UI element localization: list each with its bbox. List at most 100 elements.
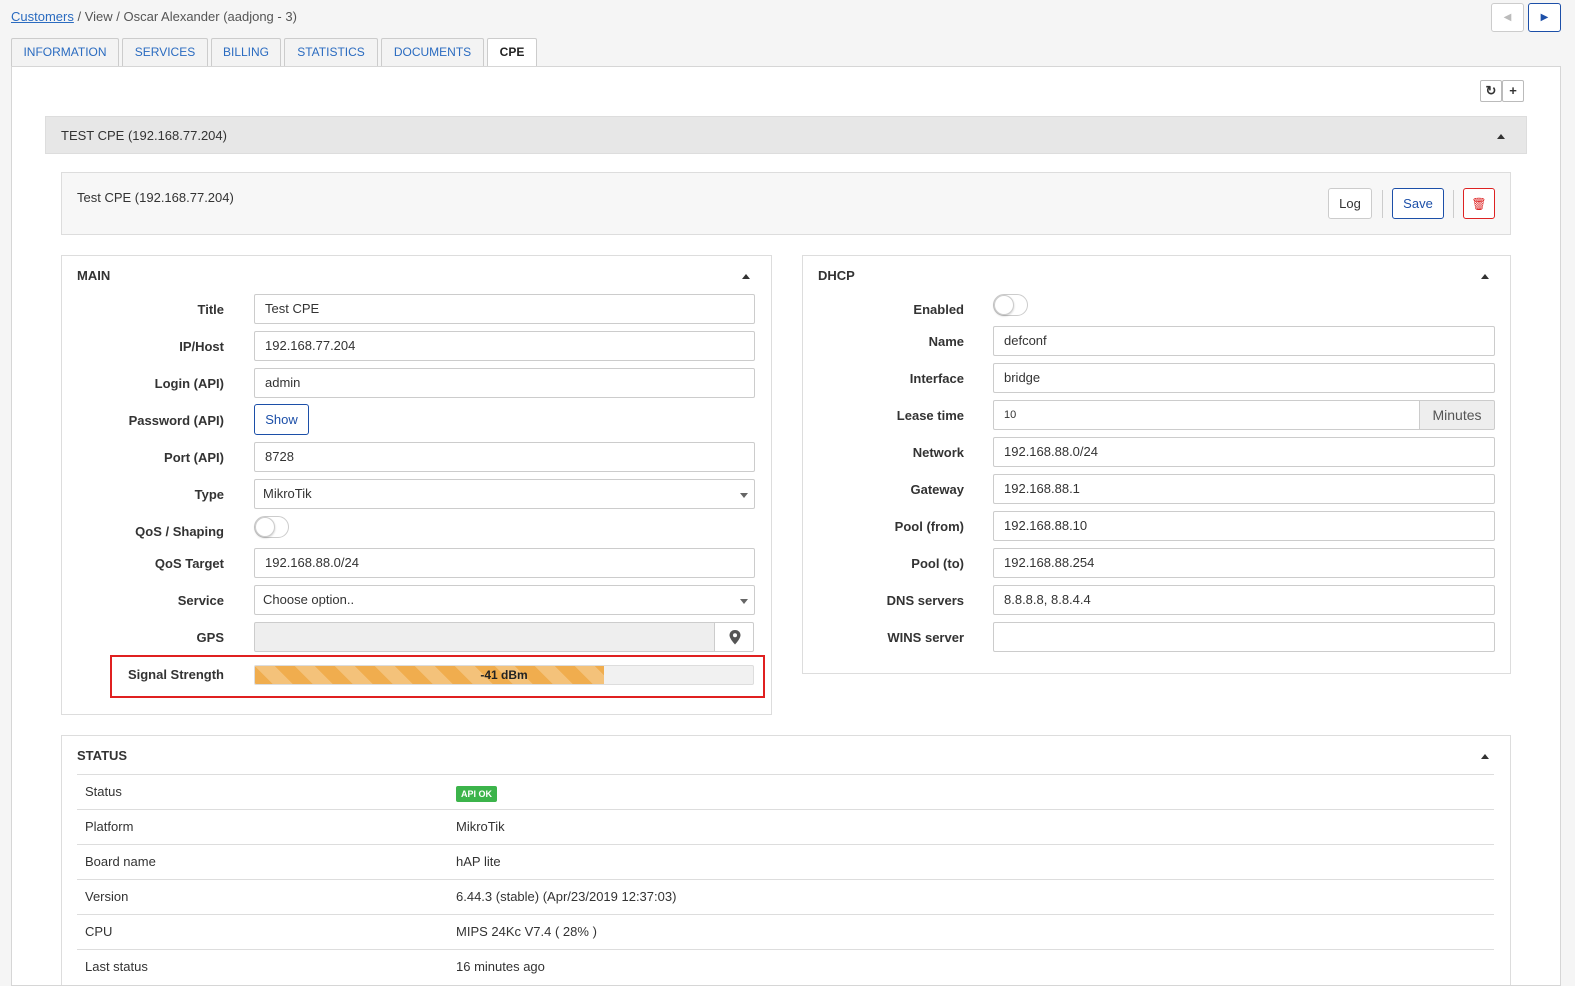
dhcp-wins-input[interactable] <box>993 622 1495 652</box>
port-label: Port (API) <box>164 450 224 465</box>
status-row: Last status 16 minutes ago <box>77 949 1494 984</box>
dhcp-lease-label: Lease time <box>896 408 964 423</box>
dhcp-lease-unit: Minutes <box>1419 400 1495 430</box>
dhcp-dns-label: DNS servers <box>886 593 964 608</box>
password-label: Password (API) <box>128 413 224 428</box>
tab-billing[interactable]: BILLING <box>211 38 281 67</box>
qos-toggle[interactable] <box>254 516 289 538</box>
status-row-value: API OK <box>456 785 498 802</box>
refresh-icon: ↻ <box>1485 83 1497 98</box>
dhcp-wins-label: WINS server <box>887 630 964 645</box>
dhcp-name-input[interactable]: defconf <box>993 326 1495 356</box>
title-input[interactable]: Test CPE <box>254 294 755 324</box>
tab-documents[interactable]: DOCUMENTS <box>381 38 484 67</box>
cpe-header-title: TEST CPE (192.168.77.204) <box>61 128 227 143</box>
dropdown-caret-icon <box>740 599 748 604</box>
qos-label: QoS / Shaping <box>135 524 224 539</box>
save-button[interactable]: Save <box>1392 188 1444 219</box>
toggle-knob <box>994 295 1014 315</box>
next-customer-button[interactable]: ▶ <box>1528 3 1561 32</box>
toolbar-divider <box>1382 190 1383 218</box>
type-select[interactable]: MikroTik <box>254 479 755 509</box>
delete-button[interactable]: 🗑 <box>1463 188 1495 219</box>
chevron-left-icon: ◀ <box>1503 12 1512 23</box>
service-select-value: Choose option.. <box>263 592 355 607</box>
status-row: Status API OK <box>77 774 1494 809</box>
show-password-button[interactable]: Show <box>254 404 309 435</box>
plus-icon: + <box>1509 83 1517 98</box>
cpe-subheader-title: Test CPE (192.168.77.204) <box>77 190 234 205</box>
map-pin-icon <box>729 630 741 645</box>
dhcp-pool-from-label: Pool (from) <box>894 519 964 534</box>
tab-cpe[interactable]: CPE <box>487 38 537 68</box>
tab-services[interactable]: SERVICES <box>122 38 208 67</box>
collapse-caret-icon[interactable] <box>742 274 750 279</box>
login-label: Login (API) <box>154 376 224 391</box>
ip-host-label: IP/Host <box>179 339 224 354</box>
breadcrumb: Customers / View / Oscar Alexander (aadj… <box>11 9 297 24</box>
refresh-button[interactable]: ↻ <box>1480 80 1502 102</box>
status-row-value: 6.44.3 (stable) (Apr/23/2019 12:37:03) <box>456 889 677 904</box>
status-row: Version 6.44.3 (stable) (Apr/23/2019 12:… <box>77 879 1494 914</box>
cpe-panel-header[interactable]: TEST CPE (192.168.77.204) <box>45 116 1527 154</box>
collapse-caret-icon[interactable] <box>1497 134 1505 139</box>
type-label: Type <box>194 487 224 502</box>
dropdown-caret-icon <box>740 493 748 498</box>
top-bar: Customers / View / Oscar Alexander (aadj… <box>0 0 1575 38</box>
ip-host-input[interactable]: 192.168.77.204 <box>254 331 755 361</box>
dhcp-lease-input[interactable]: 10 <box>993 400 1420 430</box>
dhcp-enabled-label: Enabled <box>913 302 964 317</box>
dhcp-gateway-label: Gateway <box>910 482 964 497</box>
status-row-key: Version <box>85 889 129 904</box>
type-select-value: MikroTik <box>263 486 312 501</box>
dhcp-interface-input[interactable]: bridge <box>993 363 1495 393</box>
tab-information[interactable]: INFORMATION <box>11 38 119 67</box>
status-row: Platform MikroTik <box>77 809 1494 844</box>
dhcp-pool-from-input[interactable]: 192.168.88.10 <box>993 511 1495 541</box>
title-label: Title <box>197 302 225 317</box>
port-input[interactable]: 8728 <box>254 442 755 472</box>
breadcrumb-rest: / View / Oscar Alexander (aadjong - 3) <box>73 9 297 24</box>
previous-customer-button[interactable]: ◀ <box>1491 3 1524 32</box>
breadcrumb-customers-link[interactable]: Customers <box>11 9 74 24</box>
login-input[interactable]: admin <box>254 368 755 398</box>
tab-statistics[interactable]: STATISTICS <box>284 38 378 67</box>
dhcp-gateway-input[interactable]: 192.168.88.1 <box>993 474 1495 504</box>
status-row: Board name hAP lite <box>77 844 1494 879</box>
qos-target-label: QoS Target <box>154 556 224 571</box>
collapse-caret-icon[interactable] <box>1481 754 1489 759</box>
status-row-key: Board name <box>85 854 156 869</box>
status-row-key: CPU <box>85 924 113 939</box>
dhcp-section-title: DHCP <box>818 268 855 283</box>
dhcp-network-input[interactable]: 192.168.88.0/24 <box>993 437 1495 467</box>
main-section-title: MAIN <box>77 268 111 283</box>
status-section-title: STATUS <box>77 748 128 763</box>
toggle-knob <box>255 517 275 537</box>
log-button[interactable]: Log <box>1328 188 1372 219</box>
dhcp-pool-to-input[interactable]: 192.168.88.254 <box>993 548 1495 578</box>
add-cpe-button[interactable]: + <box>1502 80 1524 102</box>
status-row-key: Status <box>85 784 122 799</box>
status-row-value: hAP lite <box>456 854 501 869</box>
signal-strength-value: -41 dBm <box>480 668 528 682</box>
dhcp-enabled-toggle[interactable] <box>993 294 1028 316</box>
qos-target-input[interactable]: 192.168.88.0/24 <box>254 548 755 578</box>
gps-label: GPS <box>196 630 224 645</box>
service-label: Service <box>177 593 224 608</box>
status-row-key: Last status <box>85 959 148 974</box>
status-row-value: MIPS 24Kc V7.4 ( 28% ) <box>456 924 597 939</box>
cpe-subheader: Test CPE (192.168.77.204) Log Save 🗑 <box>61 172 1511 235</box>
dhcp-pool-to-label: Pool (to) <box>911 556 964 571</box>
gps-map-button[interactable] <box>714 622 754 652</box>
toolbar-divider <box>1453 190 1454 218</box>
signal-strength-bar: -41 dBm <box>254 665 754 685</box>
status-row: CPU MIPS 24Kc V7.4 ( 28% ) <box>77 914 1494 949</box>
service-select[interactable]: Choose option.. <box>254 585 755 615</box>
collapse-caret-icon[interactable] <box>1481 274 1489 279</box>
gps-input[interactable] <box>254 622 715 652</box>
dhcp-dns-input[interactable]: 8.8.8.8, 8.8.4.4 <box>993 585 1495 615</box>
signal-strength-label: Signal Strength <box>127 667 224 682</box>
dhcp-interface-label: Interface <box>909 371 964 386</box>
api-ok-badge: API OK <box>456 786 498 802</box>
status-row-value: 16 minutes ago <box>456 959 545 974</box>
